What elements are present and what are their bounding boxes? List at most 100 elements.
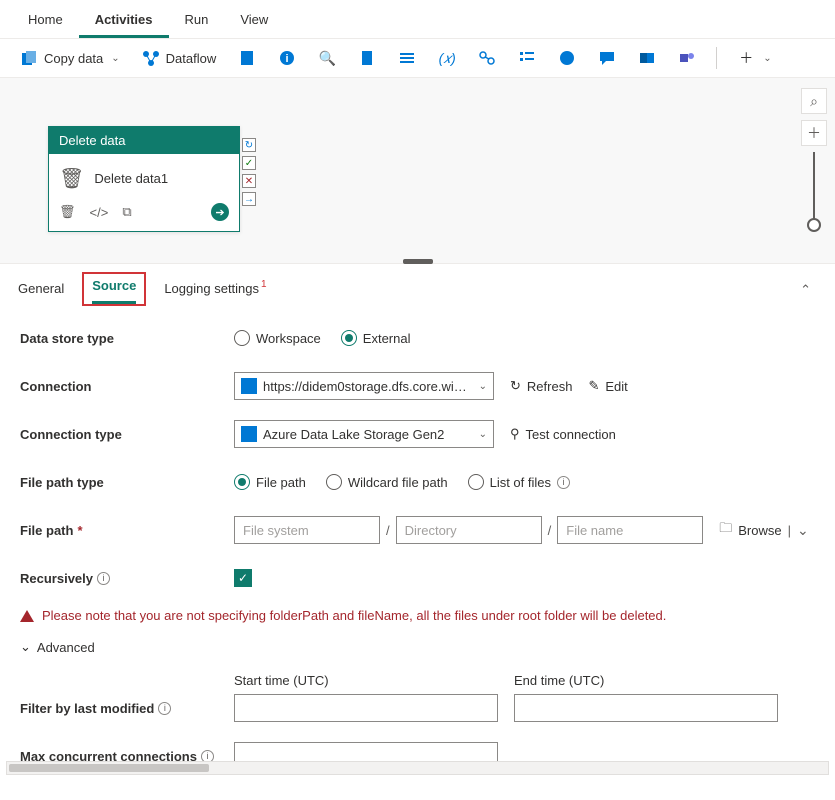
tb-tasks-icon[interactable] bbox=[510, 45, 544, 71]
horizontal-scrollbar[interactable] bbox=[6, 761, 829, 775]
label-file-path-type: File path type bbox=[20, 475, 234, 490]
advanced-toggle[interactable]: ⌄ Advanced bbox=[20, 639, 815, 655]
connection-value: https://didem0storage.dfs.core.wind... bbox=[263, 379, 473, 394]
detail-tab-source[interactable]: Source bbox=[92, 274, 136, 304]
pencil-icon: ✎ bbox=[588, 378, 599, 394]
radio-wildcard[interactable]: Wildcard file path bbox=[326, 474, 448, 490]
delete-data-node[interactable]: Delete data 🗑 Delete data1 🗑 </> ⧉ ➔ bbox=[48, 126, 240, 232]
chevron-down-icon: ⌄ bbox=[479, 381, 487, 392]
path-separator: | bbox=[788, 523, 791, 538]
refresh-icon: ↻ bbox=[510, 378, 521, 394]
info-icon[interactable]: i bbox=[158, 702, 171, 715]
tab-home[interactable]: Home bbox=[12, 6, 79, 38]
scrollbar-thumb[interactable] bbox=[9, 764, 209, 772]
tb-globe-icon[interactable] bbox=[550, 45, 584, 71]
pipeline-canvas[interactable]: ⌕ ＋ Delete data 🗑 Delete data1 🗑 </> ⧉ ➔… bbox=[0, 78, 835, 264]
detail-tab-logging[interactable]: Logging settings1 bbox=[164, 277, 264, 304]
browse-button[interactable]: 🗀Browse bbox=[719, 519, 781, 541]
tb-search-icon[interactable]: 🔍 bbox=[310, 45, 344, 71]
recursively-checkbox[interactable]: ✓ bbox=[234, 569, 252, 587]
connection-type-icon bbox=[241, 426, 257, 442]
node-run-icon[interactable]: ➔ bbox=[211, 203, 229, 221]
warning-icon bbox=[20, 610, 34, 622]
dataflow-button[interactable]: Dataflow bbox=[134, 45, 225, 71]
error-badge: 1 bbox=[261, 279, 267, 290]
connection-type-select[interactable]: Azure Data Lake Storage Gen2 ⌄ bbox=[234, 420, 494, 448]
chevron-down-icon: ⌄ bbox=[479, 429, 487, 440]
label-end-time: End time (UTC) bbox=[514, 673, 778, 688]
directory-input[interactable] bbox=[396, 516, 542, 544]
label-connection: Connection bbox=[20, 379, 234, 394]
svg-text:i: i bbox=[286, 53, 289, 65]
tb-script-icon[interactable] bbox=[350, 45, 384, 71]
handle-success-icon[interactable]: ✓ bbox=[242, 156, 256, 170]
chevron-down-icon: ⌄ bbox=[111, 53, 119, 64]
tab-run[interactable]: Run bbox=[169, 6, 225, 38]
connection-select[interactable]: https://didem0storage.dfs.core.wind... ⌄ bbox=[234, 372, 494, 400]
label-data-store-type: Data store type bbox=[20, 331, 234, 346]
refresh-button[interactable]: ↻Refresh bbox=[510, 378, 572, 394]
handle-failure-icon[interactable]: ✕ bbox=[242, 174, 256, 188]
file-system-input[interactable] bbox=[234, 516, 380, 544]
collapse-panel-button[interactable]: ⌃ bbox=[800, 282, 817, 298]
copy-data-label: Copy data bbox=[44, 51, 103, 66]
tab-view[interactable]: View bbox=[224, 6, 284, 38]
canvas-search-button[interactable]: ⌕ bbox=[801, 88, 827, 114]
tb-list-icon[interactable] bbox=[390, 45, 424, 71]
toolbar-separator bbox=[716, 47, 717, 69]
tb-chat-icon[interactable] bbox=[590, 45, 624, 71]
node-title: Delete data1 bbox=[94, 171, 168, 186]
label-recursively: Recursively i bbox=[20, 571, 234, 586]
radio-file-path[interactable]: File path bbox=[234, 474, 306, 490]
top-tabs: Home Activities Run View bbox=[0, 0, 835, 39]
tb-notebook-icon[interactable] bbox=[230, 45, 264, 71]
node-copy-icon[interactable]: ⧉ bbox=[122, 204, 131, 220]
tb-info-icon[interactable]: i bbox=[270, 45, 304, 71]
zoom-slider-track[interactable] bbox=[813, 152, 815, 220]
copy-data-button[interactable]: Copy data ⌄ bbox=[12, 45, 128, 71]
edit-button[interactable]: ✎Edit bbox=[588, 378, 627, 394]
tb-outlook-icon[interactable] bbox=[630, 45, 664, 71]
handle-completion-icon[interactable]: → bbox=[242, 192, 256, 206]
time-column-headers: Start time (UTC) End time (UTC) bbox=[234, 673, 815, 688]
tb-link-icon[interactable] bbox=[470, 45, 504, 71]
toolbar: Copy data ⌄ Dataflow i 🔍 (𝑥) ＋⌄ bbox=[0, 39, 835, 78]
label-connection-type: Connection type bbox=[20, 427, 234, 442]
node-code-icon[interactable]: </> bbox=[90, 205, 109, 220]
file-name-input[interactable] bbox=[557, 516, 703, 544]
warning-message: Please note that you are not specifying … bbox=[20, 608, 815, 623]
chevron-down-icon: ⌄ bbox=[763, 53, 771, 64]
detail-tab-source-highlight: Source bbox=[82, 272, 146, 306]
end-time-input[interactable] bbox=[514, 694, 778, 722]
zoom-slider-thumb[interactable] bbox=[807, 218, 821, 232]
folder-icon: 🗀 bbox=[719, 519, 732, 541]
tb-variable-icon[interactable]: (𝑥) bbox=[430, 45, 464, 71]
chevron-down-icon: ⌄ bbox=[20, 639, 31, 655]
connection-type-value: Azure Data Lake Storage Gen2 bbox=[263, 427, 473, 442]
browse-chevron-icon[interactable]: ⌄ bbox=[797, 522, 809, 539]
detail-tabs: General Source Logging settings1 ⌃ bbox=[0, 264, 835, 306]
tb-add-button[interactable]: ＋⌄ bbox=[729, 45, 779, 71]
test-connection-button[interactable]: ⚲Test connection bbox=[510, 426, 616, 442]
tb-teams-icon[interactable] bbox=[670, 45, 704, 71]
info-icon[interactable]: i bbox=[97, 572, 110, 585]
node-output-handles: ↻ ✓ ✕ → bbox=[242, 138, 256, 206]
label-start-time: Start time (UTC) bbox=[234, 673, 498, 688]
start-time-input[interactable] bbox=[234, 694, 498, 722]
handle-retry-icon[interactable]: ↻ bbox=[242, 138, 256, 152]
canvas-add-button[interactable]: ＋ bbox=[801, 120, 827, 146]
label-file-path: File path * bbox=[20, 523, 234, 538]
dataflow-label: Dataflow bbox=[166, 51, 217, 66]
node-delete-icon[interactable]: 🗑 bbox=[59, 204, 76, 220]
radio-workspace[interactable]: Workspace bbox=[234, 330, 321, 346]
radio-external[interactable]: External bbox=[341, 330, 411, 346]
info-icon[interactable]: i bbox=[557, 476, 570, 489]
connection-service-icon bbox=[241, 378, 257, 394]
path-separator: / bbox=[386, 523, 390, 538]
node-header: Delete data bbox=[49, 127, 239, 154]
tab-activities[interactable]: Activities bbox=[79, 6, 169, 38]
path-separator: / bbox=[548, 523, 552, 538]
source-form: Data store type Workspace External Conne… bbox=[0, 306, 835, 800]
detail-tab-general[interactable]: General bbox=[18, 277, 64, 304]
radio-list-of-files[interactable]: List of filesi bbox=[468, 474, 570, 490]
